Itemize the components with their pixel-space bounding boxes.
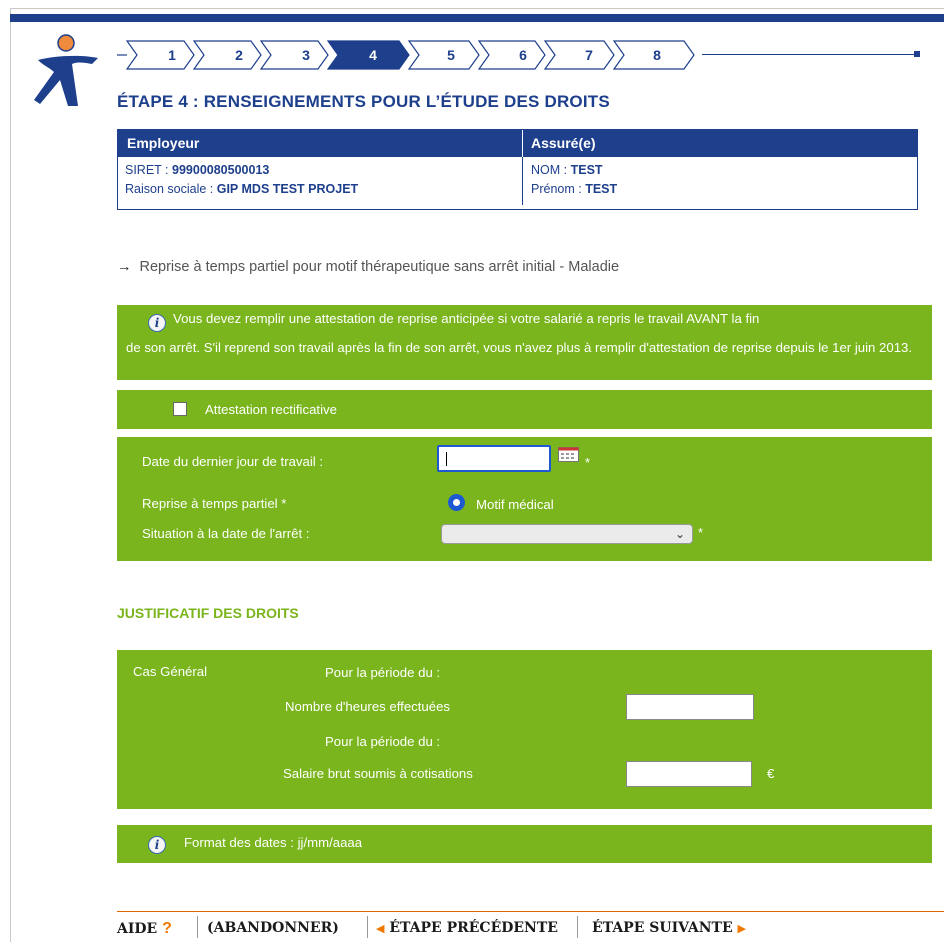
justificatif-section-title: JUSTIFICATIF DES DROITS: [117, 605, 299, 621]
step-chevron: [259, 40, 329, 70]
steps-trailing-line: [702, 54, 917, 55]
date-format-note: Format des dates : jj/mm/aaaa: [184, 835, 363, 850]
cas-general-label: Cas Général: [133, 664, 208, 679]
date-format-panel: i Format des dates : jj/mm/aaaa: [117, 825, 932, 863]
periode-label-2: Pour la période du :: [325, 734, 441, 749]
help-icon: ?: [162, 920, 172, 937]
info-icon: i: [148, 314, 166, 332]
step-chevron: [192, 40, 262, 70]
employer-header: Employeur: [127, 135, 200, 151]
step-3[interactable]: 3: [296, 47, 316, 63]
salaire-label: Salaire brut soumis à cotisations: [283, 766, 473, 781]
nom-value: TEST: [570, 163, 603, 177]
step-2[interactable]: 2: [229, 47, 249, 63]
raison-sociale-label: Raison sociale :: [125, 182, 217, 196]
required-star-situation: *: [698, 525, 704, 540]
prenom-line: Prénom : TEST: [531, 182, 617, 196]
required-star-date: *: [585, 455, 591, 470]
caret-left-icon: ◀: [376, 922, 385, 935]
raison-sociale-line: Raison sociale : GIP MDS TEST PROJET: [125, 182, 358, 196]
info-message-panel: i Vous devez remplir une attestation de …: [117, 305, 932, 380]
top-banner-bar: [10, 14, 944, 22]
step-5: 5: [447, 47, 455, 63]
steps-end-marker: [914, 51, 920, 57]
aide-label: AIDE: [117, 921, 158, 937]
periode-label-1: Pour la période du :: [325, 665, 441, 680]
arrow-right-icon: →: [117, 259, 132, 275]
step-4-active: 4: [369, 47, 377, 63]
window-top-border: [10, 8, 944, 9]
justificatif-panel: Cas Général Pour la période du : Nombre …: [117, 650, 932, 809]
insured-header: Assuré(e): [531, 135, 596, 151]
nom-label: NOM :: [531, 163, 571, 177]
heures-label: Nombre d'heures effectuées: [285, 699, 451, 714]
attestation-rectificative-checkbox[interactable]: [173, 402, 187, 416]
step-chevron: [125, 40, 195, 70]
etape-precedente-link[interactable]: ◀ ÉTAPE PRÉCÉDENTE: [376, 920, 558, 936]
situation-label: Situation à la date de l'arrêt :: [142, 526, 310, 541]
situation-select[interactable]: ⌄: [441, 524, 693, 544]
text-caret: [446, 452, 447, 466]
header-divider: [522, 130, 523, 157]
prenom-label: Prénom :: [531, 182, 586, 196]
info-message-rest: de son arrêt. S'il reprend son travail a…: [126, 340, 913, 355]
siret-value: 99900080500013: [172, 163, 270, 177]
step-progress-bar: [117, 40, 695, 70]
salaire-brut-input[interactable]: [626, 761, 752, 787]
calendar-icon[interactable]: [558, 447, 580, 463]
step-1[interactable]: 1: [162, 47, 182, 63]
caret-right-icon: ▶: [737, 922, 746, 935]
abandonner-link[interactable]: (ABANDONNER): [207, 920, 339, 936]
nom-line: NOM : TEST: [531, 163, 603, 177]
info-icon: i: [148, 836, 166, 854]
euro-symbol: €: [767, 766, 775, 781]
heures-effectuees-input[interactable]: [626, 694, 754, 720]
aide-link[interactable]: AIDE ?: [117, 920, 172, 938]
step-6: 6: [519, 47, 527, 63]
siret-label: SIRET :: [125, 163, 173, 177]
etape-suivante-link[interactable]: ÉTAPE SUIVANTE ▶: [592, 920, 746, 936]
footer-divider: [117, 911, 944, 912]
subtitle-text: Reprise à temps partiel pour motif théra…: [139, 259, 620, 275]
motif-medical-label: Motif médical: [476, 497, 554, 512]
identity-table-header: Employeur Assuré(e): [118, 130, 917, 157]
motif-medical-radio[interactable]: [448, 494, 465, 511]
attestation-rectificative-label: Attestation rectificative: [205, 402, 337, 417]
window-left-border: [10, 8, 11, 942]
prenom-value: TEST: [585, 182, 618, 196]
info-message-line1: Vous devez remplir une attestation de re…: [173, 311, 760, 326]
etape-precedente-label: ÉTAPE PRÉCÉDENTE: [389, 920, 558, 936]
page-title: ÉTAPE 4 : RENSEIGNEMENTS POUR L’ÉTUDE DE…: [117, 92, 610, 111]
step-7: 7: [585, 47, 593, 63]
chevron-down-icon: ⌄: [674, 527, 685, 541]
step-chevron: [477, 40, 546, 70]
reprise-form-panel: Date du dernier jour de travail : * Repr…: [117, 437, 932, 561]
attestation-panel: Attestation rectificative: [117, 390, 932, 429]
last-day-date-input[interactable]: [437, 445, 551, 472]
step-8: 8: [653, 47, 661, 63]
siret-line: SIRET : 99900080500013: [125, 163, 269, 177]
reprise-temps-partiel-label: Reprise à temps partiel *: [142, 496, 287, 511]
raison-sociale-value: GIP MDS TEST PROJET: [216, 182, 359, 196]
footer-separator: [577, 916, 578, 938]
etape-suivante-label: ÉTAPE SUIVANTE: [592, 920, 733, 936]
footer-separator: [367, 916, 368, 938]
identity-table: Employeur Assuré(e) SIRET : 999000805000…: [117, 129, 918, 210]
column-divider: [522, 157, 523, 205]
ameli-logo-icon: [34, 34, 98, 106]
procedure-subtitle: → Reprise à temps partiel pour motif thér…: [117, 259, 619, 275]
footer-separator: [197, 916, 198, 938]
last-day-label: Date du dernier jour de travail :: [142, 454, 324, 469]
